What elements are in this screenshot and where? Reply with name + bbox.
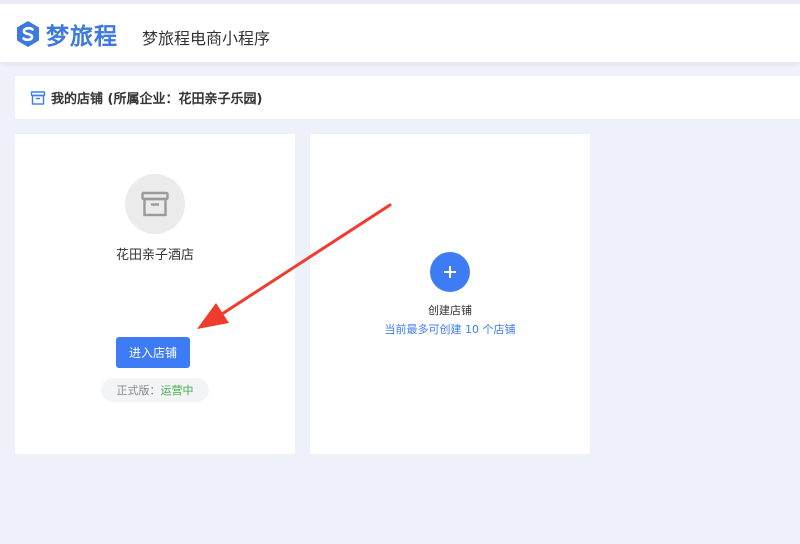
- brand-s-logo-icon: [17, 21, 39, 47]
- status-label: 运营中: [160, 384, 194, 397]
- plus-icon: [444, 266, 456, 278]
- top-header: 梦旅程 梦旅程电商小程序: [0, 0, 800, 62]
- create-store-label[interactable]: 创建店铺: [310, 302, 590, 318]
- version-status-badge: 正式版： 运营中: [101, 378, 209, 402]
- brand-name: 梦旅程: [46, 24, 118, 50]
- create-limit-text: 当前最多可创建 10 个店铺: [384, 323, 516, 336]
- my-stores-header: 我的店铺 (所属企业：花田亲子乐园): [15, 76, 800, 119]
- store-avatar: [125, 174, 185, 234]
- create-store-card: 创建店铺 当前最多可创建 10 个店铺: [310, 134, 590, 454]
- version-label: 正式版：: [116, 384, 161, 397]
- enter-store-button[interactable]: 进入店铺: [116, 337, 190, 368]
- store-name: 花田亲子酒店: [115, 248, 194, 263]
- store-icon: [141, 191, 169, 217]
- store-card: 花田亲子酒店 进入店铺 正式版： 运营中: [15, 134, 295, 454]
- store-icon: [30, 90, 46, 105]
- section-title: 我的店铺 (所属企业：花田亲子乐园): [51, 92, 263, 107]
- app-title: 梦旅程电商小程序: [142, 29, 271, 48]
- brand-logo[interactable]: 梦旅程: [14, 18, 118, 50]
- create-store-button[interactable]: [430, 252, 470, 292]
